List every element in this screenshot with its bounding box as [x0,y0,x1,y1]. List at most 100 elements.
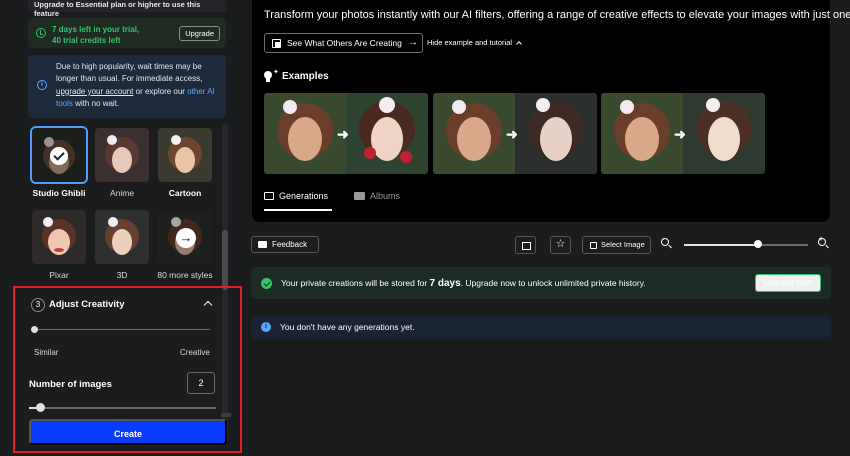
notice-text: Due to high popularity, wait times may b… [56,61,221,110]
zoom-out-icon[interactable]: - [661,236,673,250]
creativity-slider-handle[interactable] [31,326,38,333]
trial-credits: 40 trial credits left [52,36,121,45]
feedback-label: Feedback [272,240,308,249]
example-after-image [346,93,428,174]
panel-scrollbar[interactable] [221,413,231,417]
tab-albums[interactable]: Albums [354,191,400,201]
creativity-max-label: Creative [180,348,210,357]
folder-icon [354,192,365,200]
feedback-button[interactable]: Feedback [251,236,319,253]
select-image-label: Select Image [601,240,645,249]
creativity-min-label: Similar [34,348,59,357]
style-label: 80 more styles [157,270,213,280]
style-thumbnail: → [158,210,212,264]
notice-text-mid: or explore our [133,86,188,96]
style-thumbnail [30,126,88,184]
portrait-image [32,210,86,264]
notice-text-before: Due to high popularity, wait times may b… [56,62,203,84]
example-pair-3[interactable]: ➜ [601,93,765,174]
example-before-image [264,93,346,174]
images-slider-handle[interactable] [36,403,45,412]
number-of-images-label: Number of images [29,379,112,390]
popularity-notice: i Due to high popularity, wait times may… [28,55,226,118]
private-text-before: Your private creations will be stored fo… [281,278,430,288]
see-others-label: See What Others Are Creating [287,38,402,48]
tab-generations[interactable]: Generations [264,191,328,201]
style-3d[interactable]: 3D [94,210,150,280]
trial-text: 7 days left in your trial, 40 trial cred… [52,24,139,46]
style-pixar[interactable]: Pixar [31,210,87,280]
hide-example-label: Hide example and tutorial [427,38,513,47]
style-studio-ghibli[interactable]: Studio Ghibli [30,126,88,198]
empty-generations-text: You don't have any generations yet. [280,322,415,332]
step-number: 3 [31,298,45,312]
arrow-right-icon: → [176,228,196,248]
select-icon [590,242,597,249]
example-pair-2[interactable]: ➜ [433,93,597,174]
arrow-right-icon: ➜ [674,126,686,142]
style-more[interactable]: → 80 more styles [157,210,213,280]
style-label: Pixar [49,270,69,280]
chevron-up-icon[interactable] [203,300,213,310]
style-thumbnail [95,210,149,264]
creativity-title: Adjust Creativity [49,299,125,310]
create-button[interactable]: Create [29,419,227,445]
empty-generations-notice: i You don't have any generations yet. [251,315,831,339]
style-anime[interactable]: Anime [94,128,150,198]
portrait-image [95,210,149,264]
style-label: Anime [109,188,135,198]
zoom-slider-handle[interactable] [754,240,762,248]
style-label: Studio Ghibli [32,188,86,198]
notice-text-after: with no wait. [72,98,120,108]
upgrade-button[interactable]: Upgrade [179,26,220,41]
favorite-star-icon[interactable]: ☆ [550,236,571,254]
private-history-banner: Your private creations will be stored fo… [251,267,831,299]
trial-days: 7 days left in your trial, [52,25,140,34]
active-tab-indicator [264,209,332,211]
style-thumbnail [158,128,212,182]
chat-icon [258,241,267,248]
tab-generations-label: Generations [279,191,329,201]
zoom-slider-fill [684,244,758,246]
adjust-creativity-panel: 3 Adjust Creativity Similar Creative Num… [13,286,242,453]
lightbulb-icon: ✦ [264,69,279,82]
images-slider-track[interactable] [29,407,216,409]
private-history-text: Your private creations will be stored fo… [281,278,646,289]
example-before-image [433,93,515,174]
style-cartoon[interactable]: Cartoon [157,128,213,198]
style-label: 3D [116,270,128,280]
gallery-icon [272,39,281,48]
example-pair-1[interactable]: ➜ [264,93,428,174]
arrow-right-icon: → [408,37,418,48]
info-icon: i [37,80,47,90]
sidebar: Upgrade to Essential plan or higher to u… [0,0,245,456]
arrow-right-icon: ➜ [337,126,349,142]
select-all-button[interactable] [515,236,536,254]
image-icon [264,192,274,200]
sidebar-scrollbar-thumb[interactable] [222,230,228,290]
hide-example-link[interactable]: Hide example and tutorial [427,38,522,47]
tool-description: Transform your photos instantly with our… [264,9,850,21]
upgrade-account-link[interactable]: upgrade your account [56,87,133,96]
examples-title: Examples [282,71,329,82]
style-label: Cartoon [168,188,202,198]
private-text-after: . Upgrade now to unlock unlimited privat… [460,278,646,288]
number-of-images-input[interactable]: 2 [187,372,215,394]
check-circle-icon [261,278,272,289]
app-root: Upgrade to Essential plan or higher to u… [0,0,850,456]
chevron-up-icon [516,41,522,47]
zoom-in-icon[interactable]: + [818,236,830,250]
trial-banner: 7 days left in your trial, 40 trial cred… [28,18,226,48]
arrow-right-icon: ➜ [506,126,518,142]
creativity-slider-track[interactable] [35,329,210,330]
upgrade-strip: Upgrade to Essential plan or higher to u… [28,0,226,18]
portrait-image [95,128,149,182]
example-after-image [683,93,765,174]
style-thumbnail [32,210,86,264]
select-image-button[interactable]: Select Image [582,236,651,254]
example-before-image [601,93,683,174]
see-others-button[interactable]: See What Others Are Creating → [264,33,423,53]
upgrade-now-button[interactable]: Upgrade Now [755,274,821,292]
example-after-image [515,93,597,174]
portrait-image [158,128,212,182]
